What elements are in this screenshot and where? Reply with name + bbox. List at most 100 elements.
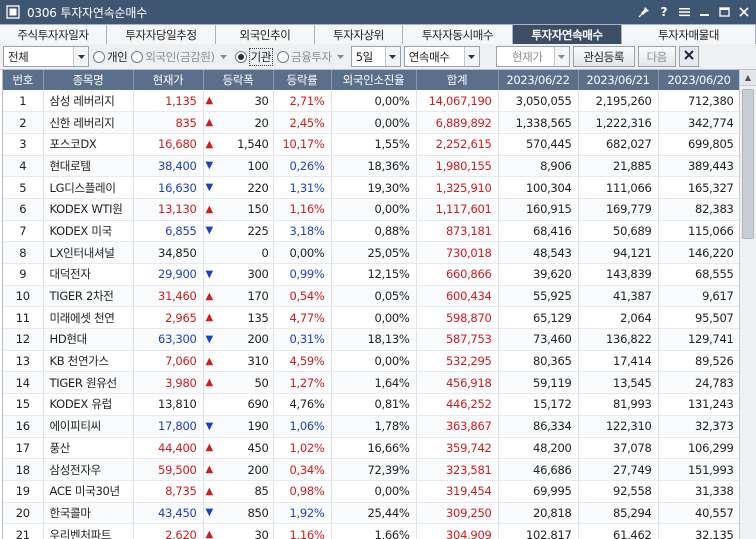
stock-name: TIGER 원유선 — [43, 371, 134, 395]
current-price: 43,450 — [133, 502, 204, 525]
daily-net-buy: 1,338,565 — [498, 111, 579, 134]
current-price: 7,060 — [133, 350, 204, 373]
help-icon[interactable]: ? — [656, 4, 672, 20]
row-number: 16 — [3, 415, 44, 438]
table-row[interactable]: 7 KODEX 미국 6,855 ▼ 225 3,18% 0,88% 873,181 68,41… — [3, 220, 739, 243]
column-header[interactable]: 외국인소진율 — [331, 70, 417, 90]
menu-icon[interactable] — [676, 4, 692, 20]
price-change: ▼ 225 — [203, 220, 274, 243]
tab-investor-simultaneous[interactable]: 투자자동시매수 — [403, 24, 513, 44]
close-panel-button[interactable] — [678, 46, 699, 67]
financial-select-arrow[interactable] — [334, 46, 348, 67]
change-rate: 0,00% — [273, 241, 332, 264]
period-select[interactable]: 5일 — [350, 46, 401, 67]
up-arrow-icon: ▲ — [205, 485, 214, 497]
table-row[interactable]: 10 TIGER 2차전 31,460 ▲ 170 0,54% 0,05% 600,434 55… — [3, 285, 739, 308]
minimize-icon[interactable] — [696, 4, 712, 20]
table-row[interactable]: 1 삼성 레버리지 1,135 ▲ 30 2,71% 0,00% 14,067,190 3,05… — [3, 90, 739, 113]
current-price: 16,630 — [133, 176, 204, 199]
mode-select[interactable]: 연속매수 — [403, 46, 480, 67]
radio-institution-label: 기관 — [248, 47, 274, 66]
table-row[interactable]: 19 ACE 미국30년 8,735 ▲ 85 0,98% 0,00% 319,454 69,9… — [3, 480, 739, 503]
total-net-buy: 1,117,601 — [416, 198, 499, 221]
table-row[interactable]: 2 신한 레버리지 835 ▲ 20 2,45% 0,00% 6,889,892 1,338,5… — [3, 111, 739, 134]
table-row[interactable]: 18 삼성전자우 59,500 ▲ 200 0,34% 72,39% 323,581 46,68… — [3, 458, 739, 481]
market-select[interactable]: 전체 — [3, 46, 89, 67]
column-header[interactable]: 2023/06/22 — [498, 70, 579, 90]
radio-financial-dot — [277, 50, 290, 63]
up-arrow-icon: ▲ — [205, 529, 214, 539]
column-header[interactable]: 2023/06/21 — [578, 70, 659, 90]
table-row[interactable]: 11 미래에셋 천연 2,965 ▲ 135 4,77% 0,00% 598,870 65,12… — [3, 306, 739, 330]
tab-investor-consecutive[interactable]: 투자자연속매수 — [513, 24, 622, 44]
daily-net-buy: 712,380 — [658, 90, 739, 113]
column-header[interactable]: 종목명 — [43, 70, 134, 90]
foreign-select-arrow[interactable] — [217, 46, 231, 67]
daily-net-buy: 146,220 — [658, 241, 739, 264]
maximize-icon[interactable] — [716, 4, 732, 20]
stock-name: 한국콜마 — [43, 502, 134, 525]
column-header[interactable]: 등락폭 — [203, 70, 274, 90]
table-row[interactable]: 3 포스코DX 16,680 ▲ 1,540 10,17% 1,55% 2,252,615 57… — [3, 133, 739, 156]
tab-investor-volume-profile[interactable]: 투자자매물대 — [622, 24, 756, 44]
table-body: 1 삼성 레버리지 1,135 ▲ 30 2,71% 0,00% 14,067,190 3,05… — [3, 90, 739, 539]
daily-net-buy: 122,310 — [578, 415, 659, 438]
price-change-value: 690 — [247, 397, 269, 412]
column-header[interactable]: 현재가 — [133, 70, 204, 90]
stock-name: KODEX WTI원 — [43, 198, 134, 221]
scroll-up-icon[interactable]: ▲ — [740, 70, 756, 86]
table-row[interactable]: 9 대덕전자 29,900 ▼ 300 0,99% 12,15% 660,866 39,620 1… — [3, 263, 739, 286]
close-icon[interactable] — [736, 4, 752, 20]
up-arrow-icon: ▲ — [205, 355, 214, 367]
pin-icon[interactable] — [636, 4, 652, 20]
table-row[interactable]: 4 현대로템 38,400 ▼ 100 0,26% 18,36% 1,980,155 8,906… — [3, 155, 739, 178]
up-arrow-icon: ▲ — [205, 312, 214, 324]
current-price: 3,980 — [133, 371, 204, 395]
table-row[interactable]: 5 LG디스플레이 16,630 ▼ 220 1,31% 19,30% 1,325,910 10… — [3, 176, 739, 199]
daily-net-buy: 15,172 — [498, 393, 579, 416]
change-rate: 1,16% — [273, 523, 332, 539]
add-watchlist-button[interactable]: 관심등록 — [572, 46, 635, 67]
daily-net-buy: 102,817 — [498, 523, 579, 539]
daily-net-buy: 342,774 — [658, 111, 739, 134]
tab-foreign-trend[interactable]: 외국인추이 — [216, 24, 315, 44]
table-row[interactable]: 12 HD현대 63,300 ▼ 200 0,31% 18,13% 587,753 73,460… — [3, 328, 739, 351]
table-row[interactable]: 14 TIGER 원유선 3,980 ▲ 50 1,27% 1,64% 456,918 59,1… — [3, 371, 739, 395]
daily-net-buy: 20,818 — [498, 502, 579, 525]
column-header[interactable]: 합계 — [416, 70, 499, 90]
column-header[interactable]: 번호 — [3, 70, 44, 90]
next-button[interactable]: 다음 — [637, 46, 676, 67]
table-row[interactable]: 8 LX인터내셔널 34,850 0 0,00% 25,05% 730,018 48,543 9… — [3, 241, 739, 264]
tab-investor-top[interactable]: 투자자상위 — [315, 24, 403, 44]
tab-investor-estimate[interactable]: 투자자당일추정 — [107, 24, 216, 44]
daily-net-buy: 389,443 — [658, 155, 739, 178]
vertical-scrollbar[interactable]: ▲ — [739, 70, 756, 539]
table-row[interactable]: 15 KODEX 유럽 13,810 690 4,76% 0,81% 446,252 15,1… — [3, 393, 739, 416]
price-filter-select[interactable]: 현재가 — [495, 46, 570, 67]
table-row[interactable]: 16 에이피티씨 17,800 ▼ 190 1,06% 1,78% 363,867 86,334… — [3, 415, 739, 438]
stock-name: ACE 미국30년 — [43, 480, 134, 503]
scrollbar-thumb[interactable] — [742, 89, 754, 239]
foreign-ownership-rate: 1,55% — [331, 133, 417, 156]
stock-name: 삼성 레버리지 — [43, 90, 134, 113]
column-header[interactable]: 2023/06/20 — [658, 70, 739, 90]
up-arrow-icon: ▲ — [205, 138, 214, 150]
daily-net-buy: 570,445 — [498, 133, 579, 156]
price-change: ▲ 200 — [203, 458, 274, 481]
table-row[interactable]: 21 우리벤처파트 2,620 ▲ 30 1,16% 1,66% 304,909 102,817… — [3, 523, 739, 539]
foreign-ownership-rate: 1,64% — [331, 371, 417, 395]
daily-net-buy: 129,741 — [658, 328, 739, 351]
tab-investor-daily[interactable]: 주식투자자일자 — [0, 24, 107, 44]
radio-individual[interactable]: 개인 — [93, 49, 128, 65]
radio-foreign[interactable]: 외국인(금감원) — [131, 49, 215, 65]
table-row[interactable]: 20 한국콜마 43,450 ▼ 850 1,92% 25,44% 309,250 20,818… — [3, 502, 739, 525]
daily-net-buy: 95,507 — [658, 306, 739, 330]
radio-institution[interactable]: 기관 — [234, 47, 274, 66]
column-header[interactable]: 등락률 — [273, 70, 332, 90]
radio-financial[interactable]: 금융투자 — [277, 49, 332, 65]
table-row[interactable]: 13 KB 천연가스 7,060 ▲ 310 4,59% 0,00% 532,295 80,36… — [3, 350, 739, 373]
foreign-ownership-rate: 25,05% — [331, 241, 417, 264]
foreign-ownership-rate: 0,00% — [331, 350, 417, 373]
table-row[interactable]: 17 풍산 44,400 ▲ 450 1,02% 16,66% 359,742 48,200 37… — [3, 437, 739, 460]
table-row[interactable]: 6 KODEX WTI원 13,130 ▲ 150 1,16% 0,00% 1,117,601… — [3, 198, 739, 221]
